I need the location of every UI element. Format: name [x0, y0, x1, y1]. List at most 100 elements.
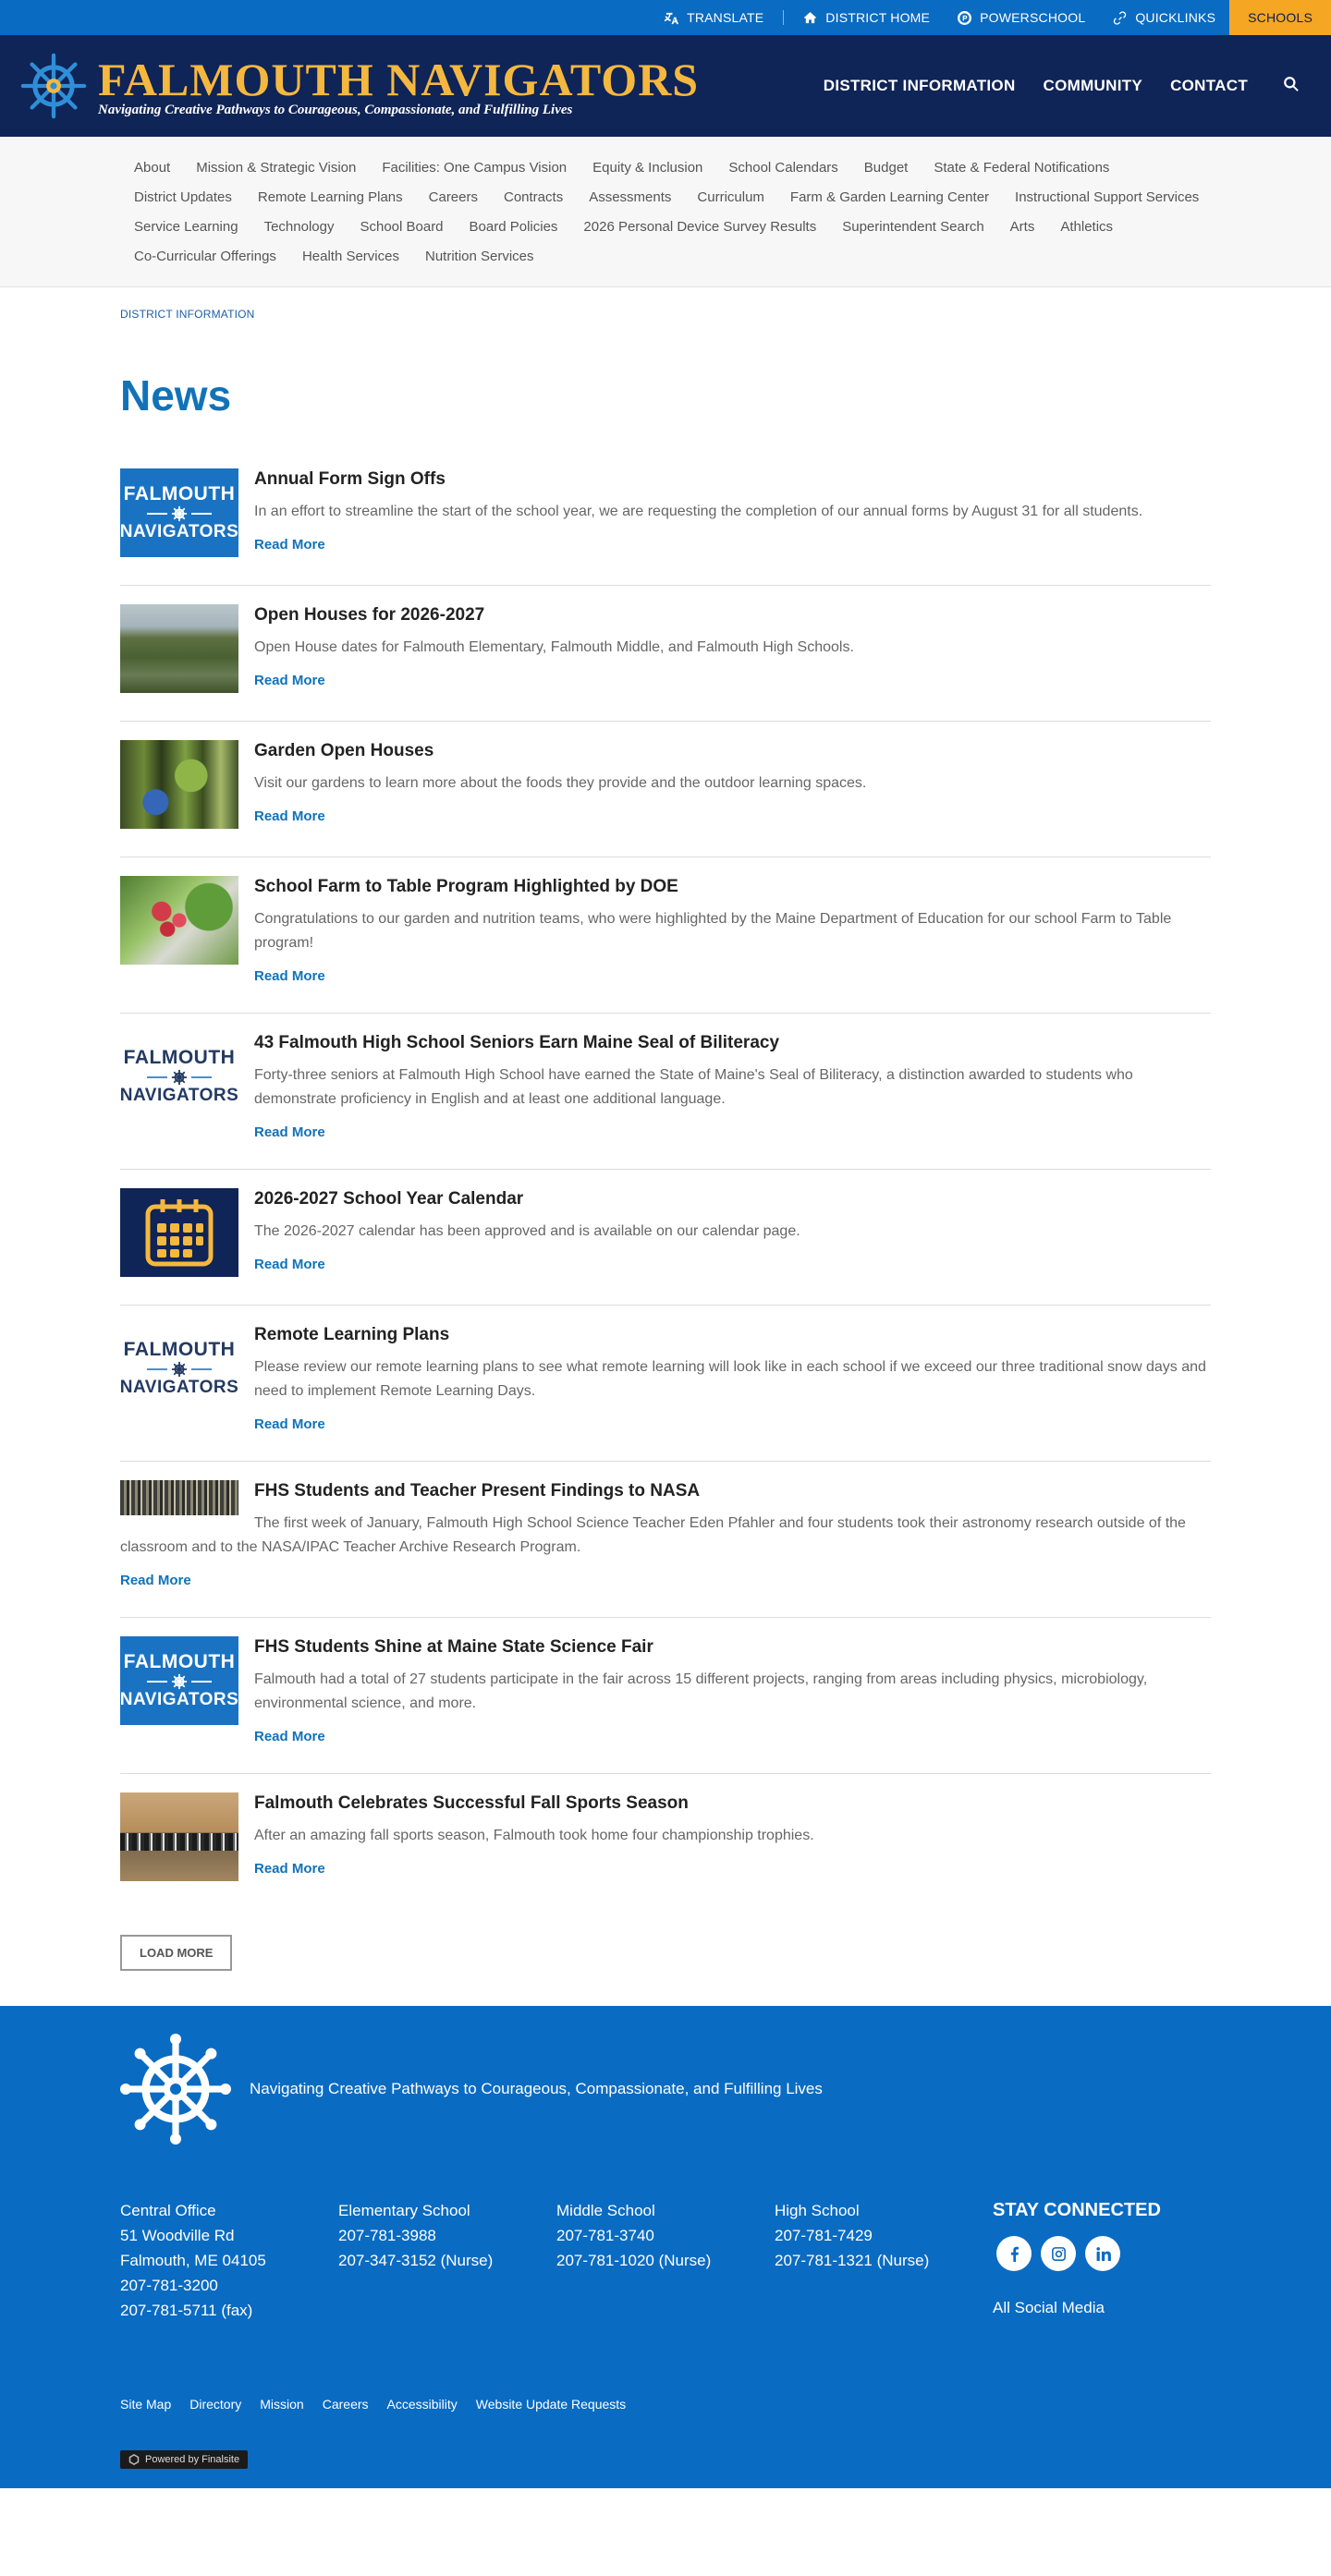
news-summary: The 2026-2027 calendar has been approved… — [254, 1223, 800, 1239]
powerschool-link[interactable]: POWERSCHOOL — [944, 0, 1099, 35]
translate-link[interactable]: TRANSLATE — [651, 0, 777, 35]
nav-contact[interactable]: CONTACT — [1170, 77, 1248, 95]
news-summary: After an amazing fall sports season, Fal… — [254, 1828, 814, 1843]
subnav-link-school-board[interactable]: School Board — [360, 213, 443, 242]
subnav-link-remote-learning-plans[interactable]: Remote Learning Plans — [258, 183, 403, 213]
subnav-link-district-updates[interactable]: District Updates — [134, 183, 232, 213]
quicklinks-label: QUICKLINKS — [1135, 10, 1216, 25]
news-thumbnail-photo[interactable] — [120, 876, 238, 965]
news-thumbnail-logo[interactable]: FALMOUTH NAVIGATORS — [120, 468, 238, 557]
news-title[interactable]: Remote Learning Plans — [254, 1325, 449, 1344]
subnav-link-instructional-support-services[interactable]: Instructional Support Services — [1015, 183, 1199, 213]
linkedin-icon — [1095, 2246, 1111, 2261]
powered-by-badge[interactable]: Powered by Finalsite — [120, 2450, 249, 2469]
subnav-link-nutrition-services[interactable]: Nutrition Services — [425, 242, 534, 272]
breadcrumb[interactable]: DISTRICT INFORMATION — [120, 308, 1211, 321]
district-home-link[interactable]: DISTRICT HOME — [789, 0, 944, 35]
district-home-label: DISTRICT HOME — [825, 10, 931, 25]
linkedin-link[interactable] — [1085, 2236, 1120, 2271]
subnav-link-2026-personal-device-survey-results[interactable]: 2026 Personal Device Survey Results — [583, 213, 816, 242]
instagram-link[interactable] — [1041, 2236, 1076, 2271]
news-thumbnail-logo[interactable]: FALMOUTH NAVIGATORS — [120, 1032, 238, 1121]
subnav-link-state-federal-notifications[interactable]: State & Federal Notifications — [934, 153, 1109, 183]
footer-link-accessibility[interactable]: Accessibility — [387, 2397, 458, 2412]
news-title[interactable]: 43 Falmouth High School Seniors Earn Mai… — [254, 1033, 779, 1052]
read-more-link[interactable]: Read More — [254, 968, 325, 984]
stay-connected: STAY CONNECTED All Social Media — [993, 2198, 1161, 2323]
stay-connected-title: STAY CONNECTED — [993, 2200, 1161, 2220]
news-summary: Forty-three seniors at Falmouth High Sch… — [254, 1067, 1133, 1107]
quicklinks-link[interactable]: QUICKLINKS — [1099, 0, 1229, 35]
subnav-link-about[interactable]: About — [134, 153, 170, 183]
footer-link-site-map[interactable]: Site Map — [120, 2397, 171, 2412]
facebook-link[interactable] — [996, 2236, 1032, 2271]
site-logo[interactable]: FALMOUTH NAVIGATORS Navigating Creative … — [20, 53, 699, 119]
read-more-link[interactable]: Read More — [254, 808, 325, 824]
news-thumbnail-photo[interactable] — [120, 604, 238, 693]
read-more-link[interactable]: Read More — [254, 1124, 325, 1140]
news-item: FALMOUTH NAVIGATORS 43 Falmouth High Sch… — [120, 1032, 1211, 1170]
news-item: FALMOUTH NAVIGATORS Annual Form Sign Off… — [120, 468, 1211, 586]
news-thumbnail-photo[interactable] — [120, 740, 238, 829]
read-more-link[interactable]: Read More — [254, 1257, 325, 1272]
utility-divider — [783, 10, 785, 25]
nav-district-information[interactable]: DISTRICT INFORMATION — [824, 77, 1016, 95]
read-more-link[interactable]: Read More — [254, 537, 325, 553]
subnav-link-school-calendars[interactable]: School Calendars — [728, 153, 837, 183]
news-title[interactable]: Annual Form Sign Offs — [254, 469, 446, 489]
news-summary: In an effort to streamline the start of … — [254, 504, 1143, 519]
subnav-link-health-services[interactable]: Health Services — [302, 242, 399, 272]
footer-link-careers[interactable]: Careers — [323, 2397, 369, 2412]
subnav-link-assessments[interactable]: Assessments — [589, 183, 671, 213]
instagram-icon — [1051, 2246, 1066, 2261]
subnav-link-budget[interactable]: Budget — [864, 153, 909, 183]
news-title[interactable]: Open Houses for 2026-2027 — [254, 605, 484, 625]
subnav-link-arts[interactable]: Arts — [1010, 213, 1035, 242]
footer-tagline: Navigating Creative Pathways to Courageo… — [250, 2080, 823, 2097]
subnav-link-service-learning[interactable]: Service Learning — [134, 213, 238, 242]
middle-school-info: Middle School 207-781-3740 207-781-1020 … — [556, 2202, 712, 2269]
footer-link-website-update-requests[interactable]: Website Update Requests — [476, 2397, 626, 2412]
news-title[interactable]: FHS Students and Teacher Present Finding… — [254, 1481, 700, 1501]
social-links — [996, 2236, 1161, 2271]
news-thumbnail-photo[interactable] — [120, 1792, 238, 1881]
subnav-link-facilities-one-campus-vision[interactable]: Facilities: One Campus Vision — [382, 153, 567, 183]
subnav-link-board-policies[interactable]: Board Policies — [470, 213, 558, 242]
subnav-link-farm-garden-learning-center[interactable]: Farm & Garden Learning Center — [790, 183, 989, 213]
news-item: School Farm to Table Program Highlighted… — [120, 876, 1211, 1014]
search-icon — [1284, 76, 1299, 91]
subnav-link-mission-strategic-vision[interactable]: Mission & Strategic Vision — [196, 153, 356, 183]
nav-community[interactable]: COMMUNITY — [1044, 77, 1143, 95]
read-more-link[interactable]: Read More — [120, 1573, 191, 1588]
subnav-link-technology[interactable]: Technology — [264, 213, 335, 242]
news-thumbnail-logo[interactable]: FALMOUTH NAVIGATORS — [120, 1636, 238, 1725]
home-icon — [804, 11, 817, 23]
subnav-link-contracts[interactable]: Contracts — [504, 183, 563, 213]
subnav-link-co-curricular-offerings[interactable]: Co-Curricular Offerings — [134, 242, 276, 272]
news-title[interactable]: School Farm to Table Program Highlighted… — [254, 877, 678, 896]
footer-link-directory[interactable]: Directory — [189, 2397, 241, 2412]
subnav-link-curriculum[interactable]: Curriculum — [697, 183, 764, 213]
news-thumbnail-calendar[interactable] — [120, 1188, 238, 1277]
load-more-button[interactable]: LOAD MORE — [120, 1935, 233, 1971]
powerschool-label: POWERSCHOOL — [980, 10, 1086, 25]
read-more-link[interactable]: Read More — [254, 673, 325, 688]
ship-wheel-icon — [171, 505, 188, 522]
subnav-link-careers[interactable]: Careers — [429, 183, 478, 213]
news-title[interactable]: Falmouth Celebrates Successful Fall Spor… — [254, 1793, 689, 1813]
subnav-link-equity-inclusion[interactable]: Equity & Inclusion — [592, 153, 702, 183]
subnav-link-athletics[interactable]: Athletics — [1060, 213, 1113, 242]
schools-button[interactable]: SCHOOLS — [1229, 0, 1331, 35]
read-more-link[interactable]: Read More — [254, 1861, 325, 1877]
footer-link-mission[interactable]: Mission — [260, 2397, 303, 2412]
subnav-link-superintendent-search[interactable]: Superintendent Search — [842, 213, 983, 242]
read-more-link[interactable]: Read More — [254, 1729, 325, 1744]
news-thumbnail-photo[interactable] — [120, 1480, 238, 1515]
news-title[interactable]: FHS Students Shine at Maine State Scienc… — [254, 1637, 653, 1657]
news-thumbnail-logo[interactable]: FALMOUTH NAVIGATORS — [120, 1324, 238, 1413]
search-button[interactable] — [1276, 76, 1300, 97]
news-title[interactable]: Garden Open Houses — [254, 741, 433, 760]
all-social-media-link[interactable]: All Social Media — [993, 2295, 1161, 2320]
news-title[interactable]: 2026-2027 School Year Calendar — [254, 1189, 523, 1209]
read-more-link[interactable]: Read More — [254, 1416, 325, 1432]
